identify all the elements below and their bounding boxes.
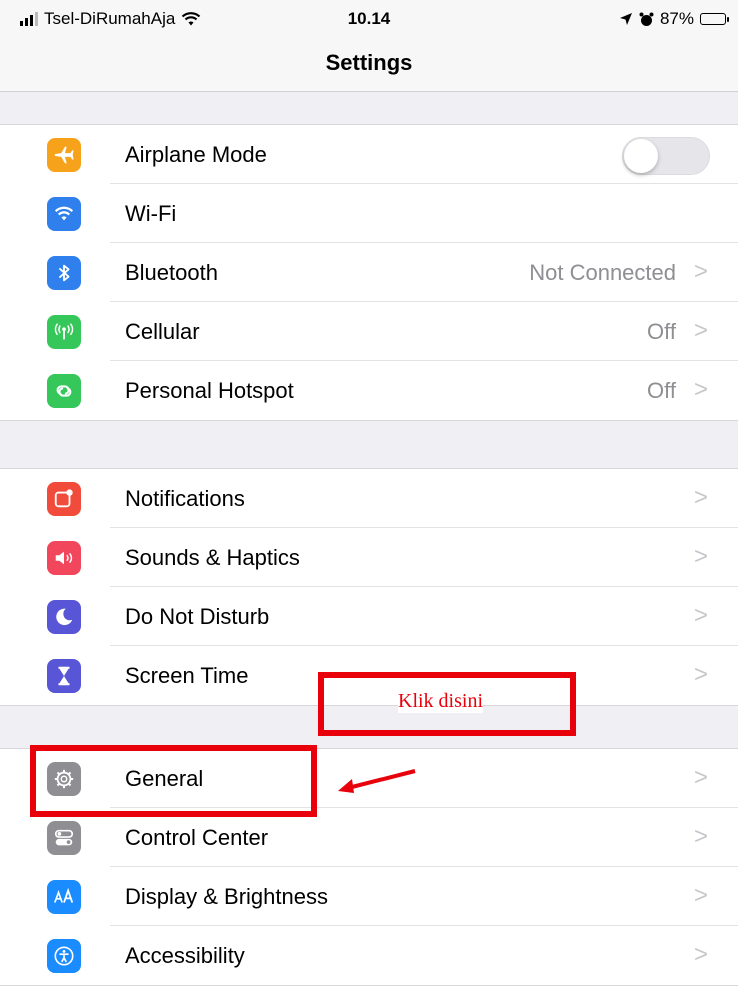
airplane-mode-toggle[interactable] — [622, 137, 710, 175]
chevron-right-icon: > — [693, 543, 708, 570]
settings-row-label: Do Not Disturb — [125, 604, 270, 629]
location-icon — [619, 13, 632, 25]
status-bar: Tsel-DiRumahAja 10.14 87% — [0, 0, 738, 40]
settings-row-label: Cellular — [125, 319, 200, 344]
chevron-right-icon: > — [693, 823, 708, 850]
navigation-bar: Settings — [0, 40, 738, 92]
settings-row-label: Display & Brightness — [125, 884, 328, 909]
settings-row-label: Wi-Fi — [125, 201, 177, 226]
page-title: Settings — [325, 50, 413, 75]
settings-row-label: Screen Time — [125, 663, 249, 688]
settings-row-label: Notifications — [125, 486, 245, 511]
settings-row-label: Sounds & Haptics — [125, 545, 300, 570]
chevron-right-icon: > — [693, 882, 708, 909]
battery-percentage: 87% — [659, 9, 694, 28]
callout-text: Klik disini — [398, 690, 484, 713]
chevron-right-icon: > — [693, 258, 708, 285]
airplane-icon — [47, 138, 81, 172]
chevron-right-icon: > — [693, 602, 708, 629]
chevron-right-icon: > — [693, 484, 708, 511]
settings-row-label: Accessibility — [125, 943, 245, 968]
switches-icon — [47, 821, 81, 855]
text-size-icon — [47, 880, 81, 914]
chevron-right-icon: > — [693, 764, 708, 791]
settings-row-accessibility[interactable]: Accessibility > — [0, 926, 738, 985]
moon-icon — [47, 600, 81, 634]
bluetooth-icon — [47, 256, 81, 290]
alarm-icon — [639, 12, 654, 26]
toggle-knob — [624, 139, 658, 173]
settings-row-label: Personal Hotspot — [125, 378, 294, 403]
settings-row-notifications[interactable]: Notifications > — [0, 469, 738, 528]
settings-row-wifi[interactable]: Wi-Fi — [0, 184, 738, 243]
settings-row-value: Off — [647, 319, 676, 344]
settings-row-do-not-disturb[interactable]: Do Not Disturb > — [0, 587, 738, 646]
settings-row-display-brightness[interactable]: Display & Brightness > — [0, 867, 738, 926]
hourglass-icon — [47, 659, 81, 693]
settings-row-value: Off — [647, 378, 676, 403]
chevron-right-icon: > — [693, 661, 708, 688]
hotspot-icon — [47, 374, 81, 408]
annotation-arrow-icon — [338, 769, 416, 793]
chevron-right-icon: > — [693, 941, 708, 968]
settings-row-cellular[interactable]: Cellular Off > — [0, 302, 738, 361]
chevron-right-icon: > — [693, 317, 708, 344]
highlight-box-general — [30, 745, 317, 817]
settings-row-sounds-haptics[interactable]: Sounds & Haptics > — [0, 528, 738, 587]
settings-row-bluetooth[interactable]: Bluetooth Not Connected > — [0, 243, 738, 302]
speaker-icon — [47, 541, 81, 575]
chevron-right-icon: > — [693, 376, 708, 403]
battery-icon — [700, 13, 729, 25]
settings-row-airplane-mode[interactable]: Airplane Mode — [0, 125, 738, 184]
settings-row-label: Bluetooth — [125, 260, 218, 285]
settings-group-notifications: Notifications > Sounds & Haptics > Do No… — [0, 468, 738, 706]
wifi-icon — [47, 197, 81, 231]
settings-row-value: Not Connected — [529, 260, 676, 285]
settings-row-label: Airplane Mode — [125, 142, 267, 167]
settings-row-label: Control Center — [125, 825, 269, 850]
status-right: 87% — [619, 9, 729, 29]
notifications-icon — [47, 482, 81, 516]
settings-group-connectivity: Airplane Mode Wi-Fi Bluetooth Not Connec… — [0, 124, 738, 421]
settings-row-personal-hotspot[interactable]: Personal Hotspot Off > — [0, 361, 738, 420]
antenna-icon — [47, 315, 81, 349]
accessibility-icon — [47, 939, 81, 973]
